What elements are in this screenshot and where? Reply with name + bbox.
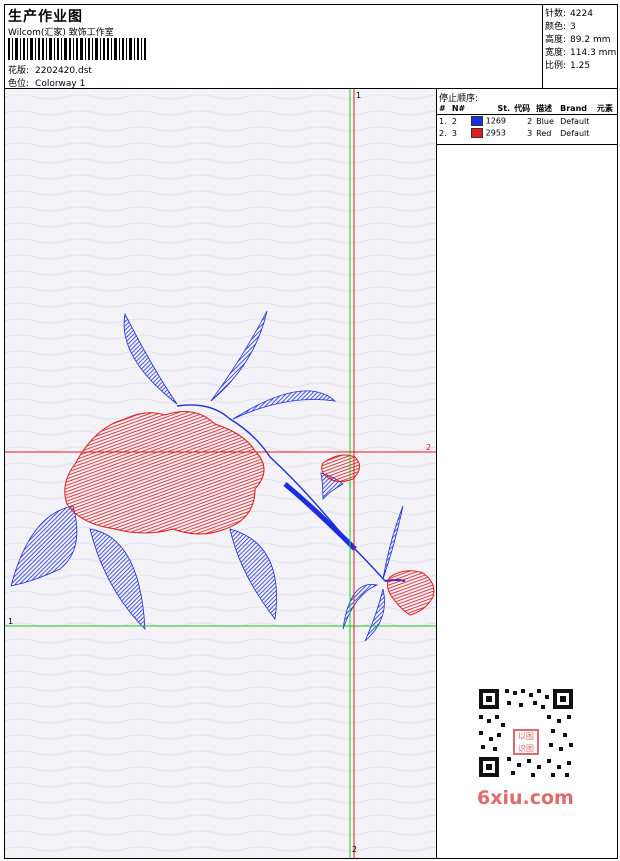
guide-left-label: 1: [8, 617, 14, 626]
col-code: 代码: [512, 102, 535, 115]
col-element: 元素: [594, 102, 617, 115]
col-stitches: St.: [469, 102, 513, 115]
colorway: 色位: Colorway 1: [8, 76, 85, 89]
color-table: # N# St. 代码 描述 Brand 元素 1. 2 1269 2 Blue…: [437, 102, 617, 139]
col-brand: Brand: [558, 102, 595, 115]
col-desc: 描述: [534, 102, 559, 115]
table-row: 1. 2 1269 2 Blue Default: [439, 116, 590, 126]
design-canvas: 1 2 2 1: [5, 89, 437, 858]
guide-right-label: 2: [426, 443, 432, 452]
col-index: #: [437, 102, 450, 115]
design-value: 2202420.dst: [35, 66, 92, 76]
stop-sequence-panel: 停止顺序: # N# St. 代码 描述 Brand 元素 1. 2 1269: [437, 89, 617, 858]
production-sheet: 生产作业图 Wilcom(汇家) 致饰工作室 花版: 2202420.dst 色…: [4, 4, 618, 859]
barcode-icon: [8, 38, 146, 60]
stat-width: 宽度: 114.3 mm: [545, 48, 617, 58]
stat-height: 高度: 89.2 mm: [545, 35, 611, 45]
side-divider: [437, 144, 617, 145]
design-file: 花版: 2202420.dst: [8, 63, 92, 76]
table-row: 2. 3 2953 3 Red Default: [439, 128, 590, 138]
stat-scale: 比例: 1.25: [545, 61, 591, 71]
stat-colors: 颜色: 3: [545, 22, 576, 32]
col-n: N#: [449, 102, 470, 115]
colorway-value: Colorway 1: [35, 79, 86, 89]
color-table-header: # N# St. 代码 描述 Brand 元素: [437, 102, 617, 115]
design-label: 花版:: [8, 66, 30, 76]
site-logo: 6xiu.com: [477, 787, 574, 809]
red-swatch-icon: [471, 128, 484, 138]
sheet-title: 生产作业图: [8, 9, 83, 25]
guide-top-label: 1: [356, 91, 362, 100]
embroidery-preview: [5, 89, 436, 858]
colorway-label: 色位:: [8, 79, 30, 89]
company-name: Wilcom(汇家) 致饰工作室: [8, 28, 114, 38]
blue-swatch-icon: [471, 116, 484, 126]
stats-panel: 针数: 4224 颜色: 3 高度: 89.2 mm 宽度: 114.3 mm 比例: 1…: [543, 5, 617, 89]
stat-stitches: 针数: 4224: [545, 9, 593, 19]
sheet-header: 生产作业图 Wilcom(汇家) 致饰工作室 花版: 2202420.dst 色…: [5, 5, 543, 89]
seal-stamp: 以图识图: [513, 729, 539, 755]
guide-bottom-label: 2: [352, 845, 358, 854]
